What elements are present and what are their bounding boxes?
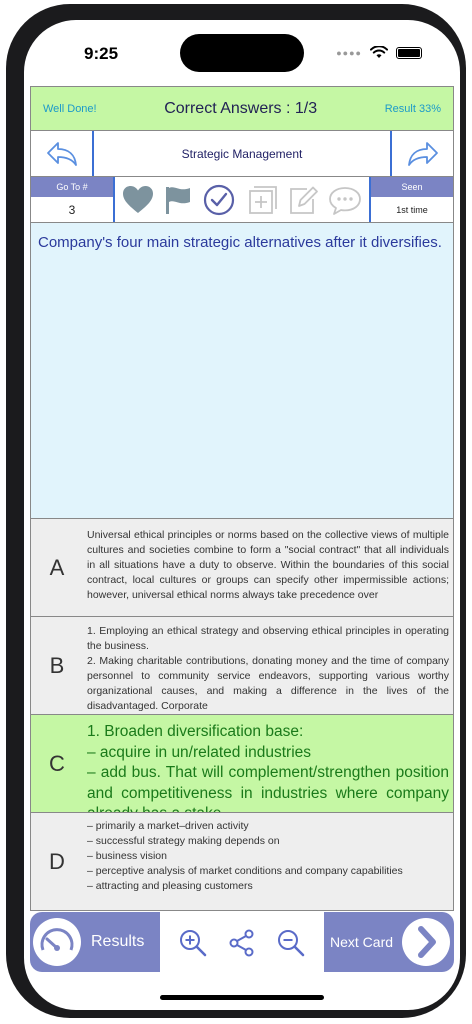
answer-text: Universal ethical principles or norms ba…	[87, 529, 449, 601]
answer-text: – primarily a market–driven activity – s…	[87, 820, 403, 892]
wifi-icon	[370, 46, 388, 58]
signal-icon: ●●●●	[336, 47, 362, 58]
correct-answers-label: Correct Answers : 1/3	[164, 99, 318, 117]
nav-row: Strategic Management	[30, 131, 454, 177]
answer-a[interactable]: A Universal ethical principles or norms …	[30, 519, 454, 617]
answer-letter: B	[49, 652, 65, 678]
goto-value[interactable]: 3	[31, 197, 113, 222]
flag-icon[interactable]	[162, 184, 194, 216]
well-done-label: Well Done!	[43, 102, 97, 115]
zoom-out-icon[interactable]	[276, 928, 306, 958]
answer-letter: D	[49, 848, 65, 874]
goto-label: Go To #	[31, 177, 113, 197]
heart-icon[interactable]	[121, 184, 155, 216]
seen-box: Seen 1st time	[369, 177, 453, 222]
share-icon[interactable]	[227, 928, 257, 958]
zoom-share-tools	[160, 912, 324, 974]
answer-d[interactable]: D – primarily a market–driven activity –…	[30, 813, 454, 911]
chevron-right-icon	[402, 918, 450, 966]
answer-c[interactable]: C 1. Broaden diversification base: – acq…	[30, 715, 454, 813]
seen-value: 1st time	[396, 204, 428, 215]
zoom-in-icon[interactable]	[178, 928, 208, 958]
answer-text: 1. Employing an ethical strategy and obs…	[87, 625, 449, 712]
status-bar: 9:25 ●●●●	[24, 20, 460, 86]
answer-letter: A	[49, 554, 65, 580]
goto-box[interactable]: Go To # 3	[31, 177, 115, 222]
screen: 9:25 ●●●● Well Done! Correct Answers : 1…	[24, 20, 460, 1010]
phone-frame: 9:25 ●●●● Well Done! Correct Answers : 1…	[6, 4, 466, 1018]
check-circle-icon[interactable]	[202, 183, 236, 217]
previous-card-button[interactable]	[31, 131, 94, 176]
battery-icon	[396, 46, 422, 59]
gauge-icon	[33, 918, 81, 966]
deck-title: Strategic Management	[181, 146, 303, 161]
next-card-button[interactable]: Next Card	[324, 912, 454, 972]
forward-arrow-icon	[407, 141, 438, 166]
back-arrow-icon	[46, 141, 77, 166]
status-icons: ●●●●	[336, 46, 422, 59]
comment-icon[interactable]	[327, 183, 363, 217]
result-percent: Result 33%	[384, 102, 441, 115]
answer-b[interactable]: B 1. Employing an ethical strategy and o…	[30, 617, 454, 715]
status-time: 9:25	[84, 44, 119, 63]
answer-letter: C	[49, 750, 65, 776]
add-card-icon[interactable]	[244, 183, 278, 217]
tools-row: Go To # 3 Seen 1st time	[30, 177, 454, 223]
seen-label: Seen	[371, 177, 453, 197]
dynamic-island	[180, 34, 304, 72]
answer-text: 1. Broaden diversification base: – acqui…	[87, 723, 449, 812]
home-indicator[interactable]	[160, 995, 324, 1000]
forward-card-button[interactable]	[390, 131, 453, 176]
results-button[interactable]: Results	[30, 912, 160, 972]
score-bar: Well Done! Correct Answers : 1/3 Result …	[30, 86, 454, 131]
card-tools	[115, 177, 369, 222]
question-text: Company's four main strategic alternativ…	[30, 223, 454, 519]
results-label: Results	[91, 933, 145, 950]
flashcard-app: Well Done! Correct Answers : 1/3 Result …	[30, 86, 454, 911]
bottom-toolbar: Results Next Card	[30, 912, 454, 974]
edit-icon[interactable]	[285, 183, 319, 217]
next-card-label: Next Card	[330, 934, 394, 950]
